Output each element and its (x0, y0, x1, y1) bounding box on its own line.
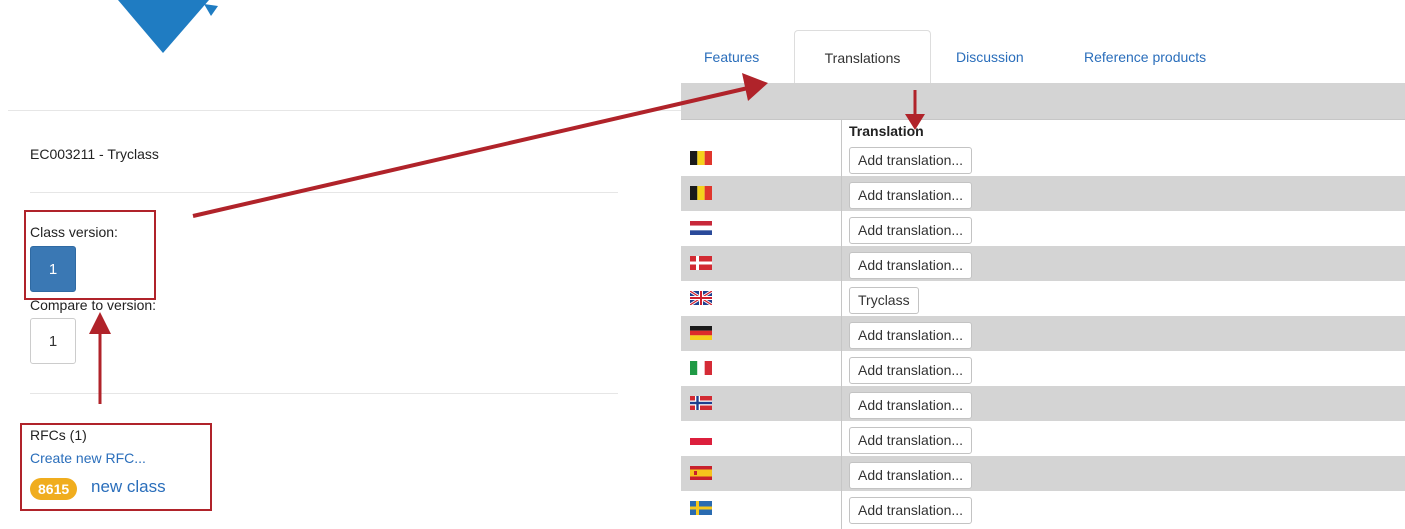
add-translation-button[interactable]: Add translation... (849, 357, 973, 384)
add-translation-button[interactable]: Add translation... (849, 427, 973, 454)
arrow-to-class-version (89, 312, 111, 404)
translation-value-button[interactable]: Tryclass (849, 287, 919, 314)
tab-reference-products[interactable]: Reference products (1084, 30, 1206, 83)
table-row: Add translation... (681, 386, 1405, 421)
italy-flag-icon (690, 361, 712, 375)
divider (8, 110, 681, 111)
column-header-translation: Translation (849, 123, 924, 139)
add-translation-button[interactable]: Add translation... (849, 322, 973, 349)
divider (30, 192, 618, 193)
table-row: Add translation... (681, 491, 1405, 529)
belgium-flag-icon (690, 186, 712, 200)
table-row: Add translation... (681, 246, 1405, 281)
compare-version-button[interactable]: 1 (30, 318, 76, 364)
table-row: Tryclass (681, 281, 1405, 316)
add-translation-button[interactable]: Add translation... (849, 182, 973, 209)
norway-flag-icon (690, 396, 712, 410)
tab-translations[interactable]: Translations (794, 30, 931, 83)
poland-flag-icon (690, 431, 712, 445)
add-translation-button[interactable]: Add translation... (849, 147, 973, 174)
add-translation-button[interactable]: Add translation... (849, 392, 973, 419)
divider (30, 393, 618, 394)
translation-grid: Translation Add translation... Add trans… (681, 83, 1405, 529)
annotation-box-class-version (24, 210, 156, 300)
netherlands-flag-icon (690, 221, 712, 235)
uk-flag-icon (690, 291, 712, 305)
logo-icon (118, 0, 218, 53)
add-translation-button[interactable]: Add translation... (849, 497, 973, 524)
tab-discussion[interactable]: Discussion (956, 30, 1024, 83)
tab-features[interactable]: Features (704, 30, 759, 83)
germany-flag-icon (690, 326, 712, 340)
annotation-box-rfcs (20, 423, 212, 511)
table-row: Add translation... (681, 456, 1405, 491)
spain-flag-icon (690, 466, 712, 480)
add-translation-button[interactable]: Add translation... (849, 217, 973, 244)
table-row: Add translation... (681, 141, 1405, 176)
denmark-flag-icon (690, 256, 712, 270)
add-translation-button[interactable]: Add translation... (849, 462, 973, 489)
table-row: Add translation... (681, 421, 1405, 456)
table-row: Add translation... (681, 351, 1405, 386)
table-row: Add translation... (681, 211, 1405, 246)
column-separator (841, 119, 842, 529)
table-row: Add translation... (681, 176, 1405, 211)
table-row: Add translation... (681, 316, 1405, 351)
add-translation-button[interactable]: Add translation... (849, 252, 973, 279)
class-title: EC003211 - Tryclass (30, 146, 159, 162)
sweden-flag-icon (690, 501, 712, 515)
belgium-flag-icon (690, 151, 712, 165)
grid-toolbar (681, 83, 1405, 119)
grid-header-row: Translation (681, 119, 1405, 143)
